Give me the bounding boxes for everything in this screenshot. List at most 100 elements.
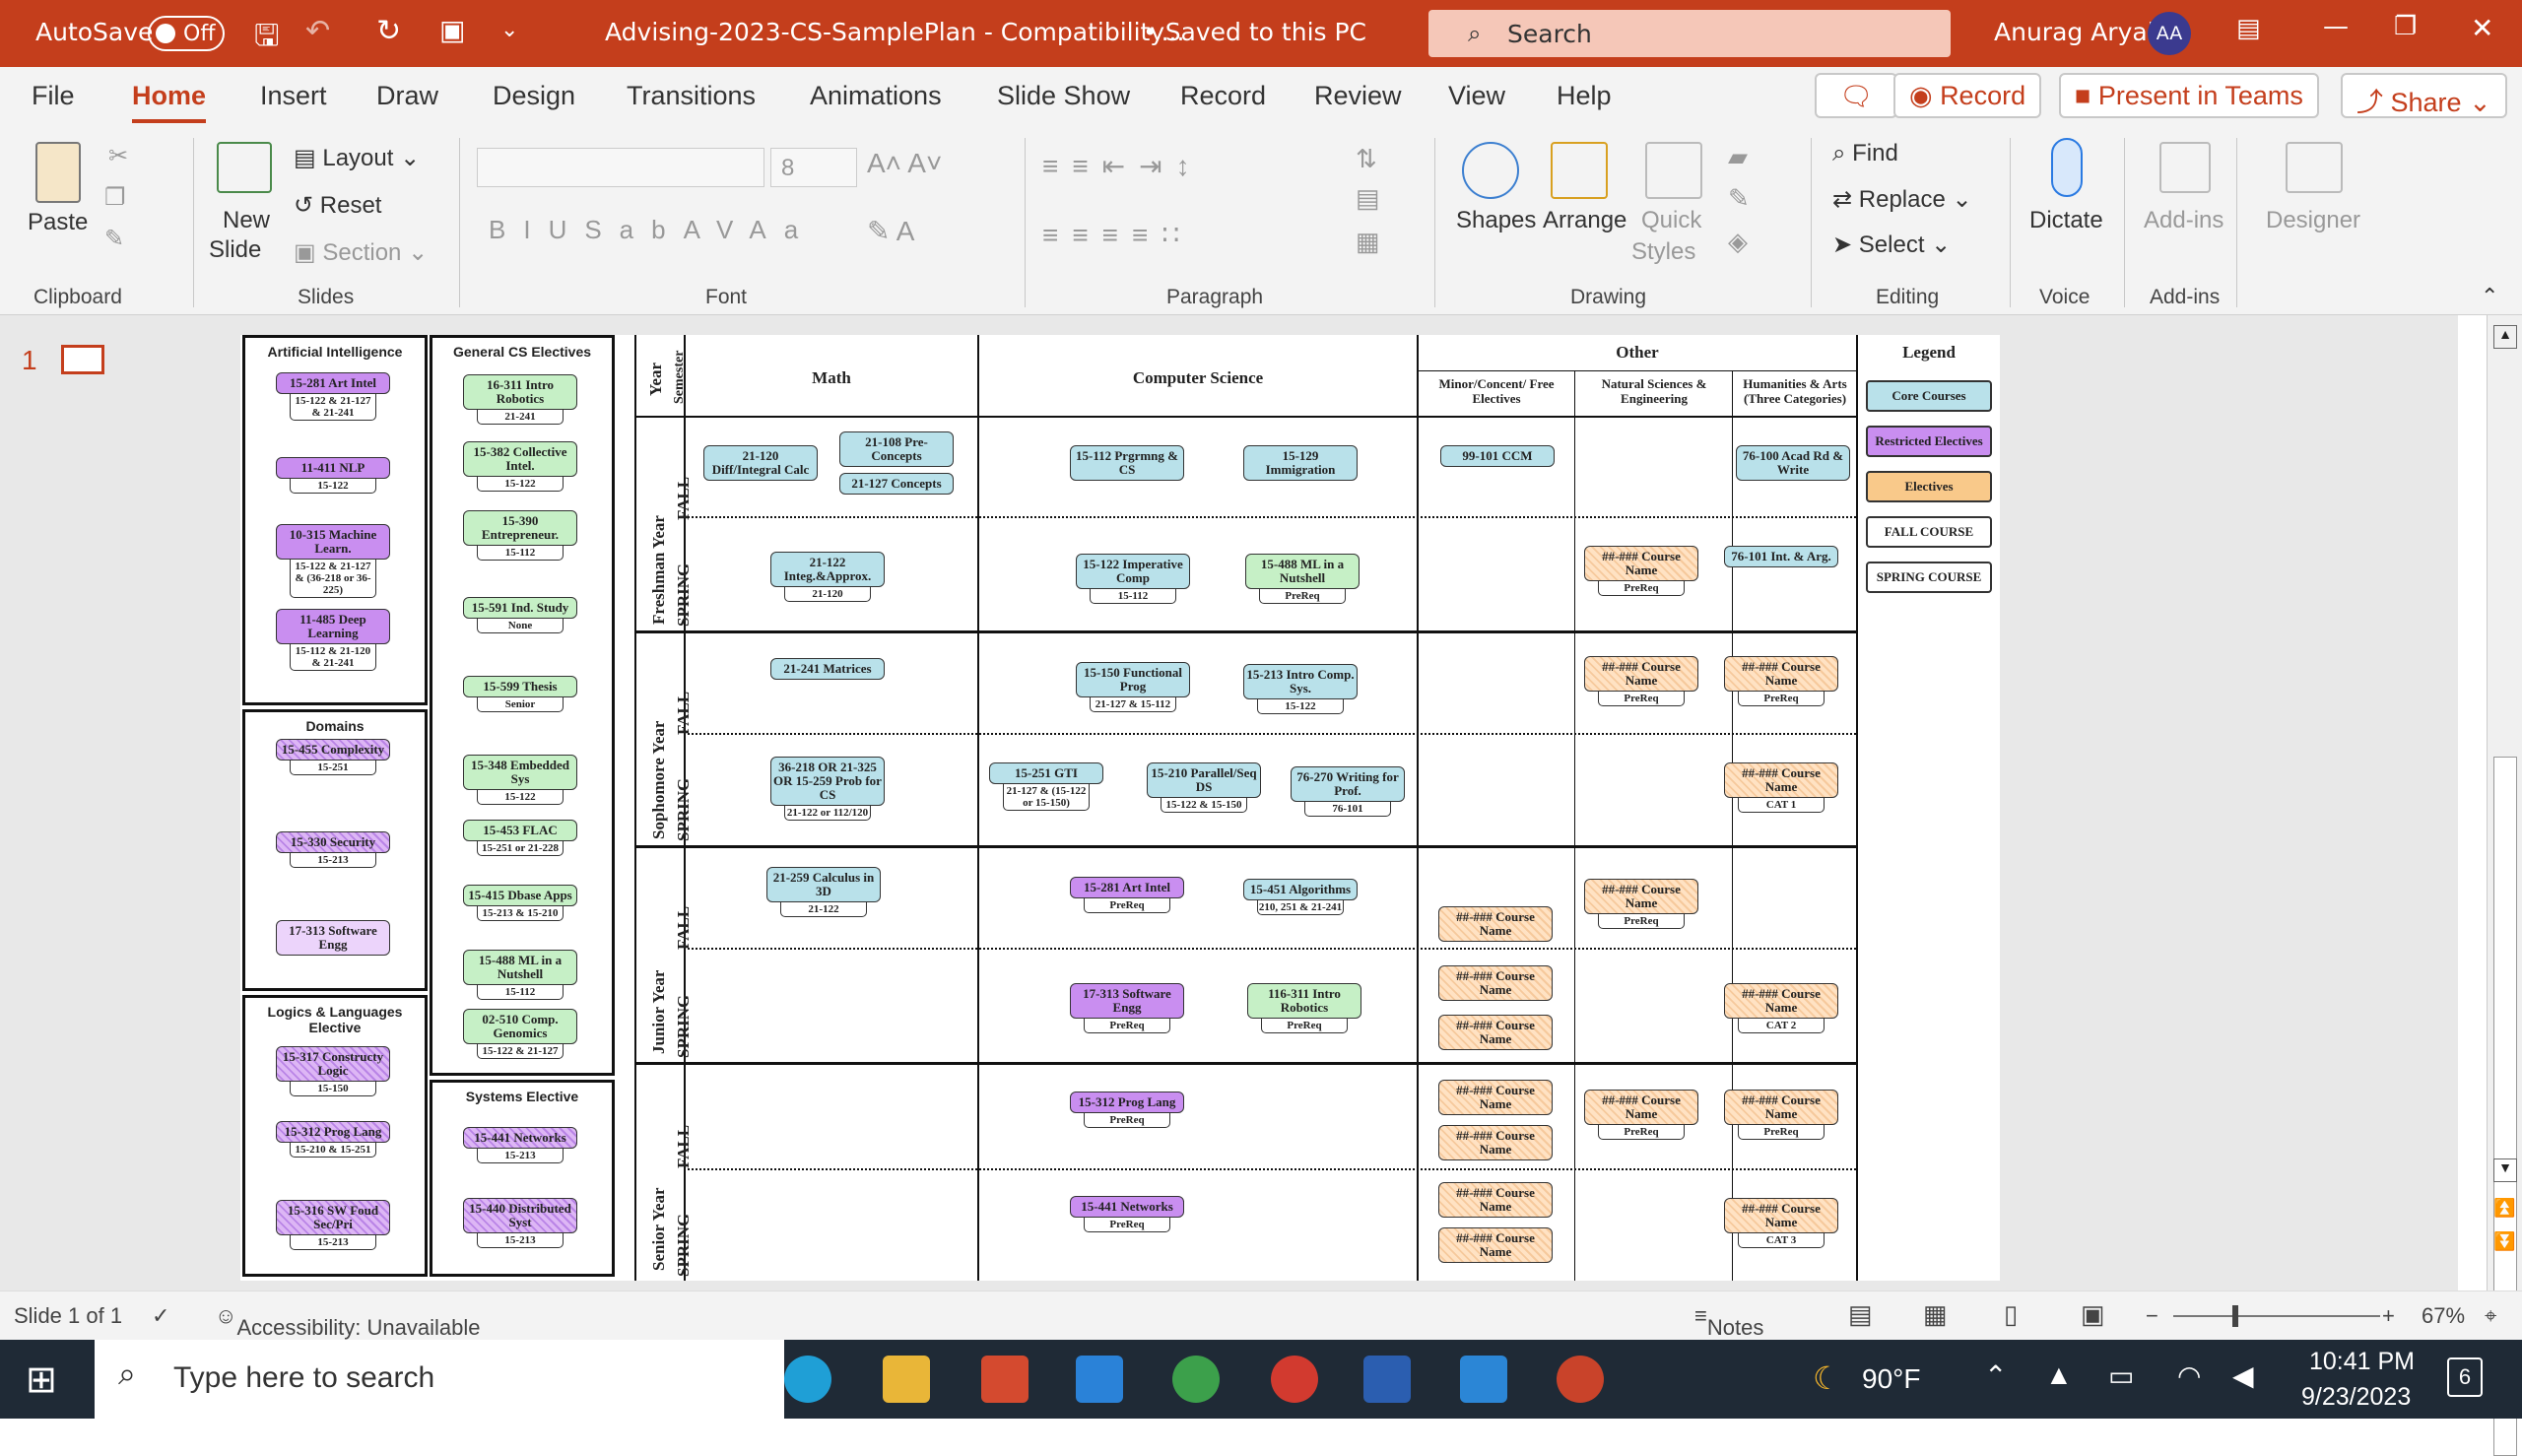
course-card[interactable]: 15-281 Art Intel 15-122 & 21-127 & 21-241 (276, 372, 390, 421)
course-card[interactable]: ##-### Course Name CAT 2 (1724, 983, 1838, 1033)
course-card[interactable]: 15-415 Dbase Apps 15-213 & 15-210 (463, 885, 577, 921)
edge-icon[interactable] (784, 1356, 831, 1403)
course-card[interactable]: ##-### Course Name PreReq (1584, 656, 1698, 706)
course-card[interactable]: 15-210 Parallel/Seq DS 15-122 & 15-150 (1147, 762, 1261, 813)
avatar[interactable]: AA (2148, 12, 2191, 55)
align-text-icon[interactable]: ▤ (1356, 183, 1380, 214)
course-card[interactable]: 15-150 Functional Prog 21-127 & 15-112 (1076, 662, 1190, 712)
zoom-thumb[interactable] (2232, 1305, 2238, 1327)
course-card[interactable]: 15-441 Networks 15-213 (463, 1127, 577, 1163)
course-card[interactable]: 15-281 Art Intel PreReq (1070, 877, 1184, 913)
clock-date[interactable]: 9/23/2023 (2301, 1383, 2411, 1412)
arrange-icon[interactable] (1551, 142, 1608, 199)
font-size-field[interactable]: 8 (770, 148, 857, 187)
tab-draw[interactable]: Draw (376, 81, 438, 111)
text-direction-icon[interactable]: ⇅ (1356, 144, 1377, 174)
course-card[interactable]: ##-### Course Name (1438, 1125, 1553, 1160)
addins-icon[interactable] (2159, 142, 2211, 193)
course-card[interactable]: 15-129 Immigration (1243, 445, 1358, 481)
course-card[interactable]: 21-127 Concepts (839, 473, 954, 495)
comments-button[interactable]: 🗨 (1815, 73, 1897, 118)
word-icon[interactable] (1363, 1356, 1411, 1403)
align-icons[interactable]: ≡≡≡≡∷ (1042, 219, 1193, 251)
collapse-ribbon-icon[interactable]: ⌃ (2481, 284, 2498, 309)
spelling-icon[interactable]: ✓ (152, 1303, 169, 1329)
copy-icon[interactable]: ❐ (104, 183, 126, 212)
course-card[interactable]: ##-### Course Name PreReq (1584, 1090, 1698, 1140)
addins-label[interactable]: Add-ins (2144, 207, 2223, 234)
zoom-level[interactable]: 67% (2422, 1303, 2465, 1329)
course-card[interactable]: 76-270 Writing for Prof. 76-101 (1291, 766, 1405, 817)
fit-slide-icon[interactable]: ⌖ (2485, 1303, 2496, 1329)
chrome-profile-icon[interactable] (1271, 1356, 1318, 1403)
styles-label[interactable]: Styles (1631, 238, 1695, 266)
designer-label[interactable]: Designer (2266, 207, 2360, 234)
zoom-out-icon[interactable]: − (2146, 1303, 2158, 1329)
restore-icon[interactable]: ❐ (2394, 12, 2417, 41)
course-card[interactable]: 15-382 Collective Intel. 15-122 (463, 441, 577, 492)
tab-view[interactable]: View (1448, 81, 1505, 111)
course-card[interactable]: ##-### Course Name (1438, 1080, 1553, 1115)
zoom-in-icon[interactable]: + (2382, 1303, 2395, 1329)
quick-styles-icon[interactable] (1645, 142, 1702, 199)
course-card[interactable]: 11-485 Deep Learning 15-112 & 21-120 & 21… (276, 609, 390, 671)
notification-badge[interactable]: 6 (2447, 1357, 2483, 1397)
designer-icon[interactable] (2286, 142, 2343, 193)
course-card[interactable]: 15-591 Ind. Study None (463, 597, 577, 633)
taskbar-search[interactable]: ⌕ Type here to search (95, 1340, 784, 1419)
course-card[interactable]: 16-311 Intro Robotics 21-241 (463, 374, 577, 425)
course-card[interactable]: 15-312 Prog Lang PreReq (1070, 1092, 1184, 1128)
highlight-icon[interactable]: ✎ A (867, 215, 914, 247)
tab-review[interactable]: Review (1314, 81, 1402, 111)
close-icon[interactable]: ✕ (2471, 12, 2493, 44)
course-card[interactable]: ##-### Course Name PreReq (1724, 656, 1838, 706)
select-button[interactable]: ➤ Select ⌄ (1832, 231, 1951, 259)
tab-slideshow[interactable]: Slide Show (997, 81, 1130, 111)
tab-insert[interactable]: Insert (260, 81, 327, 111)
task-view-icon[interactable]: ▥ (690, 1361, 719, 1399)
dictate-label[interactable]: Dictate (2029, 207, 2103, 234)
vertical-scrollbar[interactable]: ▲ ▼ ⏫ ⏬ (2487, 315, 2522, 1456)
course-card[interactable]: 15-317 Constructy Logic 15-150 (276, 1046, 390, 1096)
course-card[interactable]: 15-312 Prog Lang 15-210 & 15-251 (276, 1121, 390, 1158)
clock-time[interactable]: 10:41 PM (2309, 1348, 2415, 1376)
smartart-icon[interactable]: ▦ (1356, 227, 1380, 257)
tab-record[interactable]: Record (1180, 81, 1266, 111)
prev-slide-icon[interactable]: ⏫ (2493, 1198, 2515, 1219)
shape-effects-icon[interactable]: ◈ (1728, 227, 1748, 257)
course-card[interactable]: 116-311 Intro Robotics PreReq (1247, 983, 1361, 1033)
font-name-field[interactable] (477, 148, 764, 187)
course-card[interactable]: 15-330 Security 15-213 (276, 831, 390, 868)
tab-home[interactable]: Home (132, 81, 207, 123)
chrome-icon[interactable] (1172, 1356, 1220, 1403)
course-card[interactable]: 15-451 Algorithms 210, 251 & 21-241 (1243, 879, 1358, 915)
tab-transitions[interactable]: Transitions (627, 81, 756, 111)
course-card[interactable]: 02-510 Comp. Genomics 15-122 & 21-127 (463, 1009, 577, 1059)
slide[interactable]: Artificial Intelligence General CS Elect… (240, 335, 2000, 1281)
record-button[interactable]: ◉ Record (1893, 73, 2042, 118)
course-card[interactable]: 15-316 SW Foud Sec/Pri 15-213 (276, 1200, 390, 1250)
notes-button[interactable]: ≡ Notes (1694, 1303, 1763, 1340)
course-card[interactable]: 21-108 Pre-Concepts (839, 431, 954, 467)
course-card[interactable]: 15-455 Complexity 15-251 (276, 739, 390, 775)
course-card[interactable]: 21-120 Diff/Integral Calc (703, 445, 818, 481)
present-icon[interactable]: ▣ (439, 14, 465, 46)
course-card[interactable]: 15-441 Networks PreReq (1070, 1196, 1184, 1232)
tray-chevron-icon[interactable]: ⌃ (1984, 1359, 2007, 1392)
slide-thumbnail[interactable] (61, 345, 104, 374)
course-card[interactable]: 15-599 Thesis Senior (463, 676, 577, 712)
share-button[interactable]: ⤴ Share ⌄ (2341, 73, 2507, 118)
course-card[interactable]: ##-### Course Name PreReq (1584, 546, 1698, 596)
vscode-icon[interactable] (1460, 1356, 1507, 1403)
font-format-icons[interactable]: BIUSabAVAa (489, 215, 816, 245)
course-card[interactable]: 15-348 Embedded Sys 15-122 (463, 755, 577, 805)
course-card[interactable]: 17-313 Software Engg PreReq (1070, 983, 1184, 1033)
store-icon[interactable] (981, 1356, 1029, 1403)
course-card[interactable]: 21-241 Matrices (770, 658, 885, 680)
course-card[interactable]: 99-101 CCM (1440, 445, 1555, 467)
course-card[interactable]: ##-### Course Name (1438, 1015, 1553, 1050)
course-card[interactable]: 21-259 Calculus in 3D 21-122 (766, 867, 881, 917)
volume-icon[interactable]: ◀ (2232, 1359, 2254, 1392)
temperature[interactable]: 90°F (1862, 1363, 1920, 1395)
slideshow-view-icon[interactable]: ▣ (2081, 1299, 2105, 1330)
